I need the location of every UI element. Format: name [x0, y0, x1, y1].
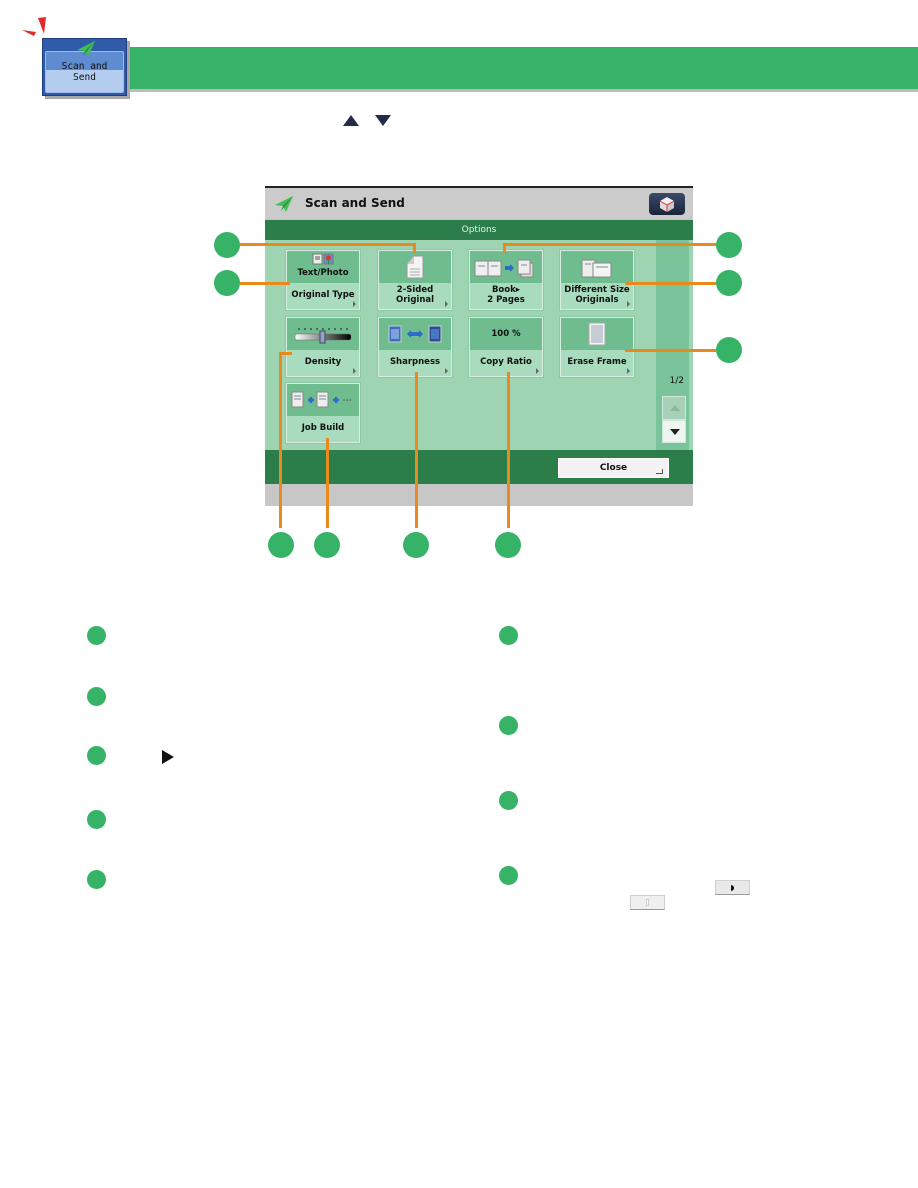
job-build-icon — [291, 391, 351, 408]
cube-icon — [659, 197, 675, 212]
mini-key-icon — [715, 880, 750, 895]
callout-line — [413, 243, 416, 253]
legend-marker — [499, 626, 518, 645]
callout-marker — [495, 532, 521, 558]
legend-marker — [499, 791, 518, 810]
callout-marker — [716, 270, 742, 296]
legend-marker — [499, 716, 518, 735]
callout-line — [279, 352, 282, 528]
copy-ratio-value: 100 % — [491, 329, 521, 339]
page-up-button[interactable] — [662, 396, 686, 420]
play-triangle-icon — [162, 750, 174, 764]
caret-icon — [627, 368, 630, 374]
legend-marker — [87, 687, 106, 706]
section-banner — [126, 47, 918, 89]
callout-marker — [403, 532, 429, 558]
legend-marker — [87, 626, 106, 645]
callout-line — [503, 243, 506, 253]
original-type-value: Text/Photo — [297, 268, 349, 278]
legend-marker — [499, 866, 518, 885]
status-bar — [265, 484, 693, 506]
caret-icon — [445, 368, 448, 374]
job-build-label: Job Build — [301, 423, 345, 433]
page-down-button[interactable] — [662, 420, 686, 443]
density-label: Density — [304, 357, 342, 367]
highlight-spark — [0, 0, 46, 49]
paper-plane-icon — [77, 41, 95, 57]
callout-marker — [716, 337, 742, 363]
callout-marker — [716, 232, 742, 258]
caret-icon — [627, 301, 630, 307]
options-header: Options — [265, 220, 693, 240]
callout-line — [415, 372, 418, 528]
paper-plane-icon — [275, 196, 293, 212]
arrow-down-icon — [375, 115, 391, 126]
different-size-originals-label: Different Size Originals — [564, 285, 630, 305]
erase-frame-button[interactable]: Erase Frame — [560, 317, 634, 377]
mixed-pages-icon — [581, 259, 612, 278]
different-size-originals-button[interactable]: Different Size Originals — [560, 250, 634, 310]
mini-key-icon — [630, 895, 665, 910]
arrow-up-icon — [670, 405, 680, 411]
screen-title: Scan and Send — [305, 196, 405, 210]
caret-icon — [353, 301, 356, 307]
callout-line — [503, 243, 716, 246]
callout-marker — [214, 232, 240, 258]
callout-marker — [314, 532, 340, 558]
callout-line — [326, 438, 329, 528]
2-sided-original-button[interactable]: 2-Sided Original — [378, 250, 452, 310]
frame-page-icon — [588, 322, 606, 346]
return-icon — [656, 469, 663, 474]
sharpness-button[interactable]: Sharpness — [378, 317, 452, 377]
tile-label: Scan and Send — [61, 61, 108, 83]
legend-marker — [87, 810, 106, 829]
callout-line — [507, 372, 510, 528]
caret-icon — [536, 368, 539, 374]
page-icon — [406, 255, 424, 279]
callout-line — [240, 282, 290, 285]
original-type-label: Original Type — [291, 290, 355, 300]
legend-marker — [87, 746, 106, 765]
screen-title-bar: Scan and Send — [265, 186, 693, 218]
copy-ratio-button[interactable]: 100 % Copy Ratio — [469, 317, 543, 377]
density-button[interactable]: Density — [286, 317, 360, 377]
job-build-button[interactable]: Job Build — [286, 383, 360, 443]
settings-button[interactable] — [649, 193, 685, 215]
close-label: Close — [599, 463, 628, 473]
book-2-pages-label: Book▸ 2 Pages — [487, 285, 525, 305]
callout-line — [240, 243, 416, 246]
callout-line — [625, 349, 716, 352]
device-screen: Scan and Send Options Text/Photo Origina… — [265, 186, 693, 506]
density-slider-icon — [294, 328, 352, 344]
book-to-pages-icon — [474, 259, 534, 278]
page-indicator: 1/2 — [669, 376, 684, 386]
callout-marker — [214, 270, 240, 296]
scan-and-send-tile: Scan and Send — [42, 38, 127, 96]
copy-ratio-label: Copy Ratio — [480, 357, 532, 367]
close-button[interactable]: Close — [558, 458, 669, 478]
original-type-button[interactable]: Text/Photo Original Type — [286, 250, 360, 310]
sharpness-label: Sharpness — [389, 357, 441, 367]
arrow-up-icon — [343, 115, 359, 126]
callout-marker — [268, 532, 294, 558]
book-2-pages-button[interactable]: Book▸ 2 Pages — [469, 250, 543, 310]
caret-icon — [353, 368, 356, 374]
sharpness-icon — [388, 325, 442, 343]
erase-frame-label: Erase Frame — [567, 357, 627, 367]
callout-line — [625, 282, 716, 285]
text-photo-icon — [312, 253, 334, 265]
legend-marker — [87, 870, 106, 889]
caret-icon — [445, 301, 448, 307]
arrow-down-icon — [670, 429, 680, 435]
2-sided-original-label: 2-Sided Original — [395, 285, 435, 305]
